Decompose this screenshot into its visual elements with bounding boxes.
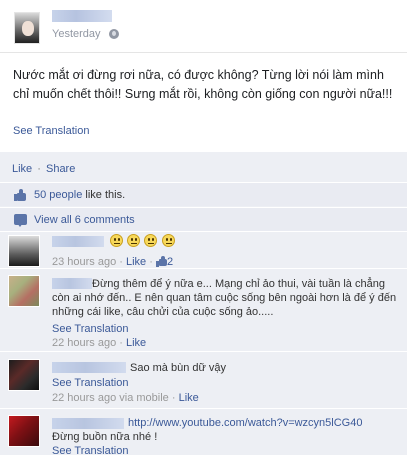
- emoticon-icon: [110, 234, 123, 247]
- comment-time[interactable]: 23 hours ago: [52, 256, 116, 268]
- like-thumb-icon: [14, 189, 27, 201]
- comment-text: Đừng buồn nữa nhé !: [52, 431, 158, 443]
- like-thumb-icon: [155, 256, 167, 267]
- comment-item: Sao mà bùn dữ vậy See Translation 22 hou…: [0, 351, 407, 407]
- comment-like-link[interactable]: Like: [126, 337, 146, 349]
- comment-icon: [14, 214, 27, 227]
- comment-like-count[interactable]: 2: [167, 256, 173, 268]
- likes-suffix: like this.: [82, 189, 126, 201]
- see-translation-link[interactable]: See Translation: [13, 125, 89, 137]
- likes-row: 50 people like this.: [0, 182, 407, 206]
- share-link[interactable]: Share: [46, 163, 75, 175]
- post-header: Yesterday: [0, 0, 407, 60]
- like-link[interactable]: Like: [12, 163, 32, 175]
- see-translation-link[interactable]: See Translation: [52, 323, 128, 335]
- commenter-name-blurred[interactable]: [52, 236, 104, 247]
- see-translation-link[interactable]: See Translation: [52, 377, 128, 389]
- post-text: Nước mắt ơi đừng rơi nữa, có được không?…: [13, 68, 393, 101]
- comment-like-link[interactable]: Like: [126, 256, 146, 268]
- author-avatar[interactable]: [14, 12, 40, 44]
- separator: ·: [37, 163, 41, 175]
- see-translation-link[interactable]: See Translation: [52, 445, 128, 455]
- comment-item: 23 hours ago · Like · 2: [0, 231, 407, 268]
- comment-text: Đừng thêm để ý nữa e... Mạng chỉ ảo thui…: [52, 278, 397, 318]
- commenter-name-blurred[interactable]: [52, 362, 126, 373]
- comment-time[interactable]: 22 hours ago: [52, 337, 116, 349]
- commenter-avatar[interactable]: [8, 415, 40, 447]
- comment-item: http://www.youtube.com/watch?v=wzcyn5lCG…: [0, 408, 407, 455]
- commenter-avatar[interactable]: [8, 359, 40, 391]
- comment-like-link[interactable]: Like: [179, 392, 199, 404]
- view-comments-row: View all 6 comments: [0, 207, 407, 231]
- commenter-avatar[interactable]: [8, 275, 40, 307]
- comment-time[interactable]: 22 hours ago via mobile: [52, 392, 169, 404]
- divider: [0, 52, 407, 53]
- author-name-blurred[interactable]: [52, 10, 112, 22]
- commenter-avatar[interactable]: [8, 235, 40, 267]
- likers-link[interactable]: 50 people: [34, 189, 82, 201]
- emoticon-icon: [162, 234, 175, 247]
- commenter-name-blurred[interactable]: [52, 418, 124, 429]
- emoticon-icon: [144, 234, 157, 247]
- post-time[interactable]: Yesterday: [52, 28, 101, 40]
- action-links: Like · Share: [12, 163, 75, 175]
- globe-icon: [109, 29, 119, 39]
- view-all-comments-link[interactable]: View all 6 comments: [34, 214, 135, 226]
- youtube-link[interactable]: http://www.youtube.com/watch?v=wzcyn5lCG…: [128, 416, 362, 430]
- emoticon-icon: [127, 234, 140, 247]
- comment-item: Đừng thêm để ý nữa e... Mạng chỉ ảo thui…: [0, 268, 407, 350]
- comment-text: Sao mà bùn dữ vậy: [130, 362, 227, 374]
